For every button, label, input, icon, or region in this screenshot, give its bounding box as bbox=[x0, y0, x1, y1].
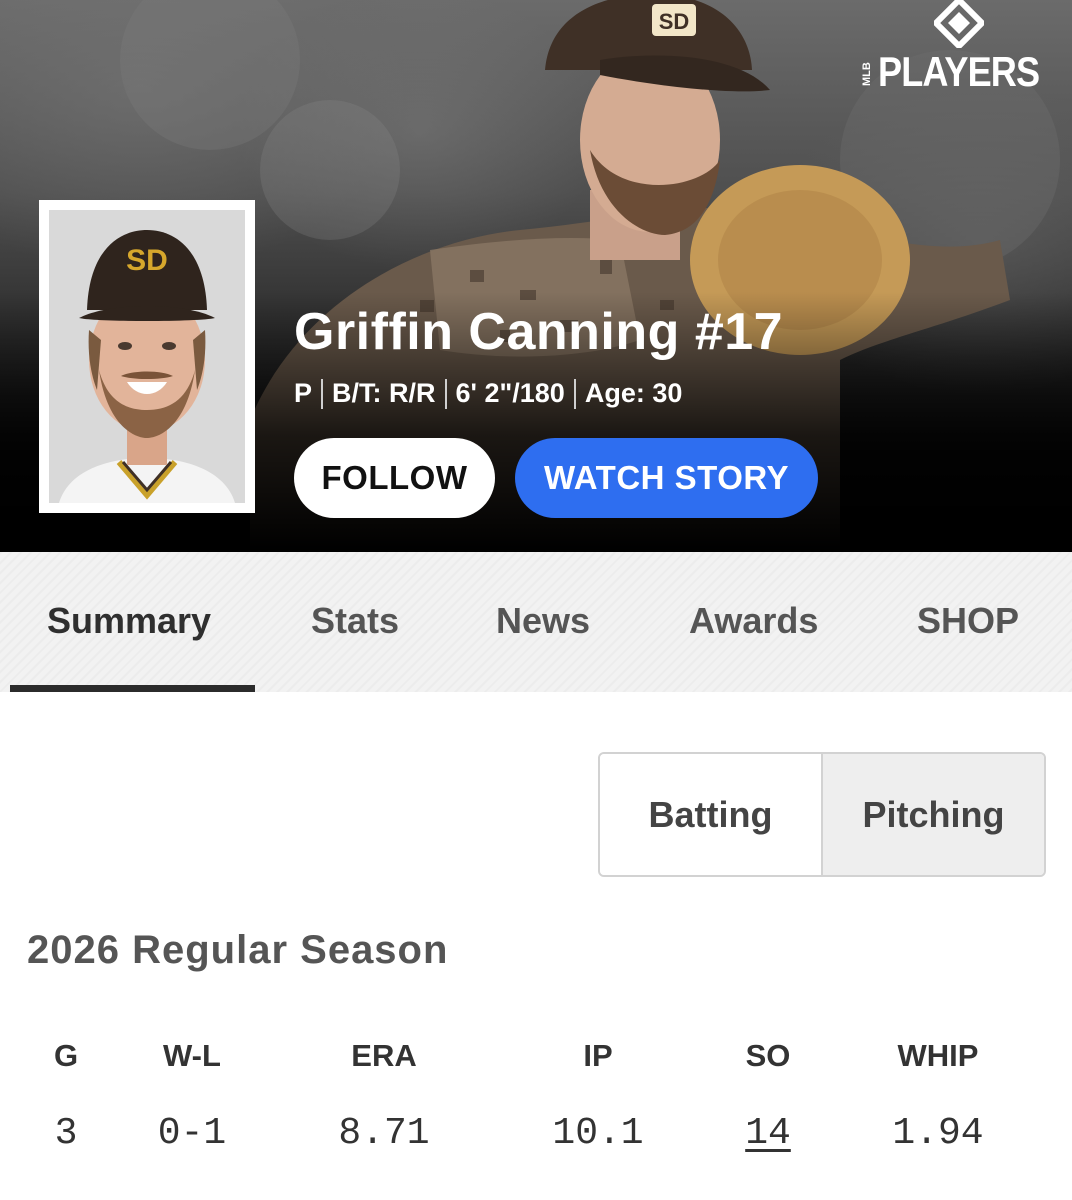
season-title: 2026 Regular Season bbox=[27, 928, 449, 972]
svg-text:SD: SD bbox=[659, 9, 690, 34]
stat-value-ip: 10.1 bbox=[552, 1112, 644, 1155]
stat-header-wl: W-L bbox=[163, 1038, 221, 1073]
tab-summary[interactable]: Summary bbox=[47, 600, 211, 642]
stat-header-ip: IP bbox=[583, 1038, 613, 1073]
divider bbox=[321, 378, 324, 409]
player-bats-throws: B/T: R/R bbox=[332, 378, 436, 408]
headshot-photo: SD bbox=[49, 210, 245, 503]
player-tabs: Summary Stats News Awards SHOP bbox=[0, 552, 1072, 692]
stat-value-g: 3 bbox=[54, 1112, 78, 1155]
active-tab-indicator bbox=[10, 685, 255, 692]
mlb-players-logo: MLB PLAYERS bbox=[856, 0, 1056, 100]
stat-value-so-link[interactable]: 14 bbox=[745, 1112, 791, 1155]
player-name-number: Griffin Canning #17 bbox=[294, 303, 784, 361]
follow-button[interactable]: FOLLOW bbox=[294, 438, 495, 518]
player-bio-line: P B/T: R/R 6' 2"/180 Age: 30 bbox=[294, 378, 682, 409]
stat-value-wl: 0-1 bbox=[157, 1112, 227, 1155]
player-age: Age: 30 bbox=[584, 378, 683, 408]
player-height-weight: 6' 2"/180 bbox=[455, 378, 565, 408]
player-hero-banner: SD MLB PLAYERS SD Griffin Canning #17 P … bbox=[0, 0, 1072, 552]
players-logo-text: PLAYERS bbox=[878, 48, 1040, 95]
stat-header-g: G bbox=[53, 1038, 79, 1073]
pitching-toggle-button[interactable]: Pitching bbox=[823, 754, 1044, 875]
stat-value-era: 8.71 bbox=[338, 1112, 430, 1155]
tab-awards[interactable]: Awards bbox=[689, 600, 818, 642]
stat-header-so: SO bbox=[745, 1038, 791, 1073]
divider bbox=[573, 378, 576, 409]
stat-type-toggle: Batting Pitching bbox=[598, 752, 1046, 877]
stat-header-whip: WHIP bbox=[897, 1038, 979, 1073]
tab-shop[interactable]: SHOP bbox=[917, 600, 1019, 642]
stat-value-whip: 1.94 bbox=[892, 1112, 984, 1155]
diamond-logo-icon bbox=[934, 0, 984, 48]
player-headshot: SD bbox=[39, 200, 255, 513]
stat-header-era: ERA bbox=[351, 1038, 417, 1073]
tab-news[interactable]: News bbox=[496, 600, 590, 642]
player-position: P bbox=[294, 378, 313, 408]
svg-text:SD: SD bbox=[126, 244, 168, 277]
player-headshot-icon: SD bbox=[49, 210, 245, 503]
watch-story-button[interactable]: WATCH STORY bbox=[515, 438, 818, 518]
divider bbox=[444, 378, 447, 409]
tab-stats[interactable]: Stats bbox=[311, 600, 399, 642]
batting-toggle-button[interactable]: Batting bbox=[600, 754, 823, 875]
